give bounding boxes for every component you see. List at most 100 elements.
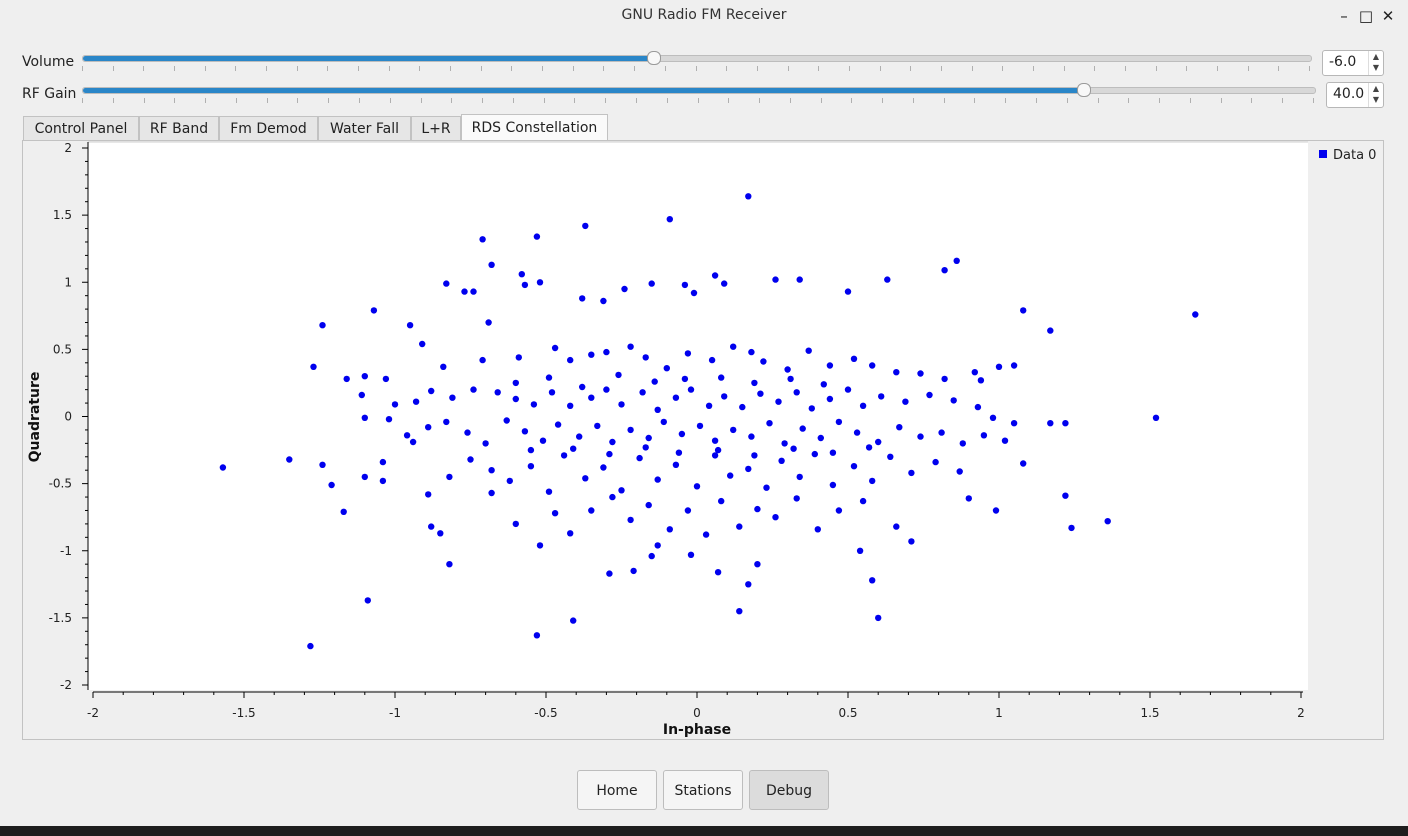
volume-spinbox[interactable]: -6.0 ▲ ▼ [1322, 50, 1384, 76]
maximize-icon[interactable]: □ [1356, 6, 1376, 26]
constellation-plot[interactable]: -2 -1.5 -1 -0.5 0 0.5 1 1.5 2 2 1.5 1 0.5 0 -0.5 -1 -1.5… [22, 140, 1384, 740]
data-point [687, 386, 695, 393]
slider-tick [726, 66, 727, 71]
slider-tick [143, 66, 144, 71]
data-point [470, 288, 477, 295]
data-point [582, 475, 589, 482]
data-point [545, 374, 553, 381]
data-point [536, 279, 544, 286]
tab-l-plus-r[interactable]: L+R [411, 116, 461, 141]
data-point [766, 420, 773, 427]
tab-water-fall[interactable]: Water Fall [318, 116, 411, 141]
x-tick-label: 1.5 [1140, 706, 1159, 720]
minimize-icon[interactable]: – [1334, 6, 1354, 26]
data-point [536, 542, 544, 549]
data-point [539, 437, 547, 444]
data-point [917, 433, 924, 440]
data-point [971, 369, 978, 376]
data-point [666, 526, 673, 533]
y-tick-label: -0.5 [49, 477, 72, 491]
tab-fm-demod[interactable]: Fm Demod [219, 116, 318, 141]
data-point [681, 375, 689, 383]
data-point [464, 429, 471, 436]
data-point [956, 468, 963, 475]
close-icon[interactable]: ✕ [1378, 6, 1398, 26]
data-point [711, 437, 719, 444]
spin-arrows-icon[interactable]: ▲ ▼ [1368, 51, 1383, 75]
data-point [654, 406, 661, 413]
data-point [570, 445, 577, 452]
y-tick-label: -1.5 [49, 611, 72, 625]
data-point [989, 414, 997, 421]
data-point [696, 422, 704, 430]
slider-tick [235, 66, 236, 71]
data-point [521, 428, 529, 435]
terminal-strip [0, 826, 1408, 836]
rf-gain-slider-handle[interactable] [1077, 83, 1091, 97]
slider-tick [82, 66, 83, 71]
data-point [751, 452, 758, 459]
spin-arrows-icon[interactable]: ▲ ▼ [1368, 83, 1383, 107]
x-tick-label: -2 [87, 706, 99, 720]
y-tick-label: 2 [64, 141, 72, 155]
data-point [1010, 362, 1018, 369]
slider-tick [1033, 66, 1034, 71]
slider-tick [759, 98, 760, 103]
stations-button[interactable]: Stations [663, 770, 743, 810]
data-point [530, 401, 538, 408]
rf-gain-spinbox[interactable]: 40.0 ▲ ▼ [1326, 82, 1384, 108]
data-point [406, 322, 414, 329]
slider-tick [144, 98, 145, 103]
data-point [959, 440, 966, 447]
data-point [778, 457, 785, 464]
data-point [361, 473, 368, 481]
debug-button[interactable]: Debug [749, 770, 829, 810]
y-tick-label: -2 [60, 678, 72, 692]
data-point [512, 520, 519, 528]
home-button[interactable]: Home [577, 770, 657, 810]
slider-tick [544, 98, 545, 103]
tab-rds-constellation[interactable]: RDS Constellation [461, 114, 608, 142]
window-title: GNU Radio FM Receiver [621, 7, 787, 23]
data-point [681, 281, 689, 289]
data-point [379, 477, 387, 485]
slider-tick [821, 98, 822, 103]
volume-slider-handle[interactable] [647, 51, 661, 65]
data-point [748, 348, 755, 356]
rf-gain-slider-track[interactable] [82, 87, 1316, 94]
data-point [488, 467, 495, 474]
slider-tick [328, 98, 329, 103]
data-point [1062, 492, 1069, 499]
data-point [745, 465, 752, 473]
window-titlebar: GNU Radio FM Receiver – □ ✕ [0, 0, 1408, 34]
x-axis-label: In-phase [663, 722, 731, 738]
data-point [467, 456, 474, 463]
slider-tick [327, 66, 328, 71]
data-point [690, 289, 698, 297]
data-point [1010, 420, 1018, 427]
slider-tick [1186, 66, 1187, 71]
data-point [835, 418, 843, 426]
slider-tick [974, 98, 975, 103]
data-point [627, 426, 634, 434]
data-point [1047, 327, 1054, 334]
data-point [470, 386, 477, 393]
tab-rf-band[interactable]: RF Band [139, 116, 219, 141]
slider-tick [1125, 66, 1126, 71]
data-point [980, 432, 988, 439]
data-point [567, 402, 574, 409]
data-point [554, 421, 562, 428]
volume-slider-track[interactable] [82, 55, 1312, 62]
data-point [869, 477, 876, 485]
data-point [648, 552, 655, 560]
data-point [748, 433, 755, 440]
data-point [545, 488, 553, 495]
data-point [893, 523, 900, 530]
data-point [636, 454, 643, 462]
data-point [425, 424, 432, 431]
tab-control-panel[interactable]: Control Panel [23, 116, 139, 141]
data-point [884, 276, 891, 283]
data-point [718, 374, 725, 381]
data-point [850, 355, 858, 362]
slider-tick [790, 98, 791, 103]
